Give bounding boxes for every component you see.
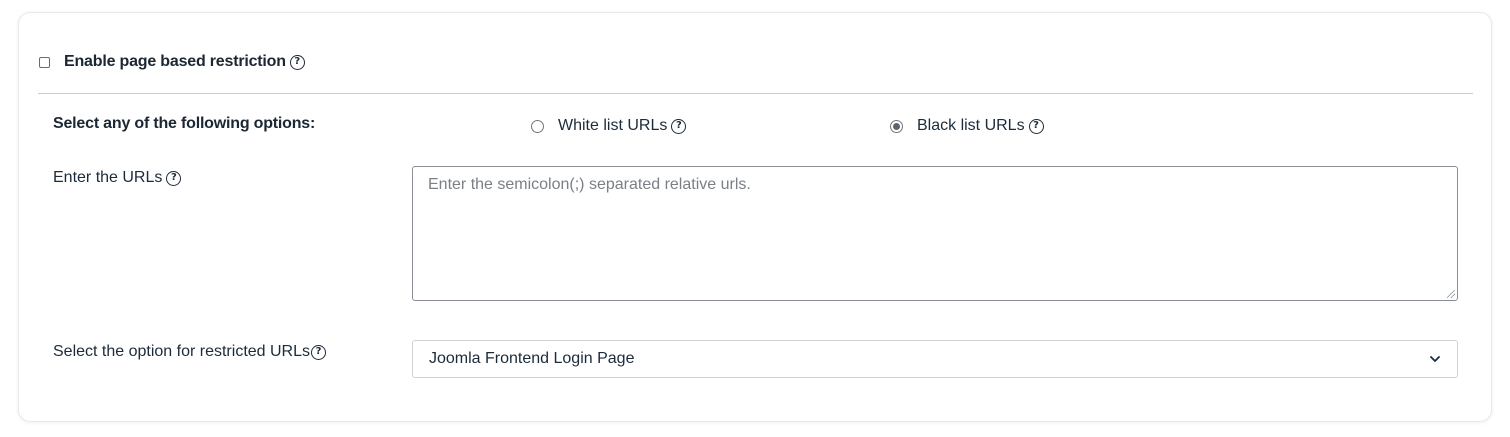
black-list-radio[interactable]	[890, 119, 903, 133]
resize-handle-icon[interactable]	[1447, 290, 1455, 298]
white-list-label[interactable]: White list URLs	[558, 117, 667, 135]
options-label: Select any of the following options:	[53, 115, 316, 132]
chevron-down-icon	[1429, 353, 1441, 365]
urls-textarea[interactable]: Enter the semicolon(;) separated relativ…	[412, 166, 1458, 301]
urls-field-label: Enter the URLs	[53, 169, 163, 186]
help-icon[interactable]: ?	[166, 170, 182, 186]
page-restriction-card: Enable page based restriction ? Select a…	[18, 12, 1492, 422]
urls-field-label-row: Enter the URLs ?	[53, 167, 182, 189]
help-icon[interactable]: ?	[671, 118, 687, 134]
enable-restriction-label[interactable]: Enable page based restriction	[64, 53, 286, 71]
enable-restriction-row: Enable page based restriction ?	[39, 51, 305, 73]
urls-textarea-placeholder: Enter the semicolon(;) separated relativ…	[428, 176, 751, 193]
white-list-option[interactable]: White list URLs ?	[531, 115, 687, 137]
black-list-option[interactable]: Black list URLs ?	[890, 115, 1044, 137]
help-icon[interactable]: ?	[1028, 118, 1044, 134]
section-divider	[38, 93, 1473, 94]
restricted-option-label-row: Select the option for restricted URLs ?	[53, 341, 327, 363]
help-icon[interactable]: ?	[311, 344, 327, 360]
enable-restriction-checkbox[interactable]	[39, 56, 50, 68]
white-list-radio[interactable]	[531, 119, 544, 133]
restricted-option-selected-value: Joomla Frontend Login Page	[429, 350, 635, 367]
help-icon[interactable]: ?	[289, 54, 305, 70]
restricted-option-label: Select the option for restricted URLs	[53, 343, 311, 360]
restricted-option-select[interactable]: Joomla Frontend Login Page	[412, 340, 1458, 378]
black-list-label[interactable]: Black list URLs	[917, 117, 1025, 135]
